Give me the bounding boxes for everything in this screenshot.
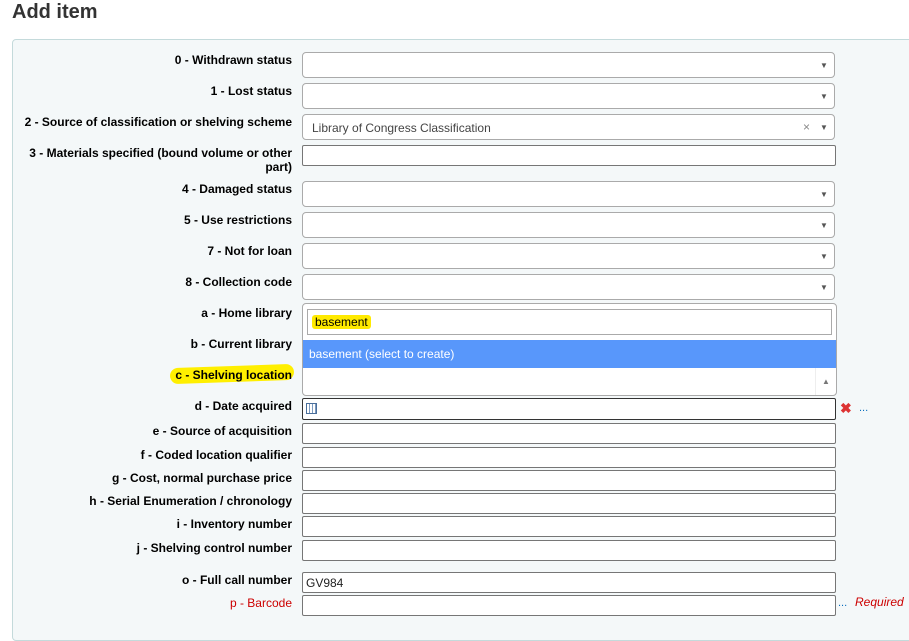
clear-date-icon[interactable]: ✖ xyxy=(840,400,852,417)
label-damaged-status: 4 - Damaged status xyxy=(181,182,292,196)
label-cost: g - Cost, normal purchase price xyxy=(111,471,292,485)
dropdown-option-create[interactable]: basement (select to create) xyxy=(303,340,836,368)
label-shelving-control-number: j - Shelving control number xyxy=(136,541,292,555)
label-home-library: a - Home library xyxy=(201,306,292,320)
label-serial-enumeration: h - Serial Enumeration / chronology xyxy=(89,494,292,508)
clear-icon[interactable]: × xyxy=(803,120,810,134)
cost-input[interactable] xyxy=(302,470,836,491)
not-for-loan-select[interactable]: ▼ xyxy=(302,243,835,269)
chevron-up-icon: ▲ xyxy=(815,368,836,395)
dropdown-search-input[interactable]: basement xyxy=(307,309,832,335)
withdrawn-status-select[interactable]: ▼ xyxy=(302,52,835,78)
more-link[interactable]: ... xyxy=(859,402,868,414)
inventory-number-input[interactable] xyxy=(302,516,836,537)
required-indicator: Required xyxy=(855,595,904,609)
calendar-icon[interactable] xyxy=(306,403,317,414)
chevron-down-icon: ▼ xyxy=(820,282,828,292)
coded-location-input[interactable] xyxy=(302,447,836,468)
label-withdrawn-status: 0 - Withdrawn status xyxy=(174,53,292,67)
chevron-down-icon: ▼ xyxy=(820,60,828,70)
source-of-acquisition-input[interactable] xyxy=(302,423,836,444)
label-inventory-number: i - Inventory number xyxy=(176,517,292,531)
damaged-status-select[interactable]: ▼ xyxy=(302,181,835,207)
label-not-for-loan: 7 - Not for loan xyxy=(207,244,292,258)
lost-status-select[interactable]: ▼ xyxy=(302,83,835,109)
label-collection-code: 8 - Collection code xyxy=(185,275,292,289)
page-title: Add item xyxy=(12,1,98,23)
search-text: basement xyxy=(312,315,371,329)
label-shelving-location: c - Shelving location xyxy=(175,368,292,382)
serial-enumeration-input[interactable] xyxy=(302,493,836,514)
chevron-down-icon: ▼ xyxy=(820,189,828,199)
label-full-call-number: o - Full call number xyxy=(181,573,292,587)
label-use-restrictions: 5 - Use restrictions xyxy=(183,213,292,227)
label-coded-location: f - Coded location qualifier xyxy=(140,448,292,462)
barcode-more-link[interactable]: ... xyxy=(838,597,847,609)
use-restrictions-select[interactable]: ▼ xyxy=(302,212,835,238)
label-classification-source: 2 - Source of classification or shelving… xyxy=(24,115,292,129)
classification-source-select[interactable]: Library of Congress Classification × ▼ xyxy=(302,114,835,140)
label-source-of-acquisition: e - Source of acquisition xyxy=(152,424,292,438)
label-lost-status: 1 - Lost status xyxy=(210,84,292,98)
label-materials-specified: 3 - Materials specified (bound volume or… xyxy=(29,146,292,174)
selected-value: Library of Congress Classification xyxy=(312,121,491,135)
label-date-acquired: d - Date acquired xyxy=(194,399,292,413)
label-barcode: p - Barcode xyxy=(229,596,292,610)
shelving-location-dropdown: basement basement (select to create) ▲ xyxy=(302,303,837,396)
chevron-down-icon: ▼ xyxy=(820,220,828,230)
shelving-control-number-input[interactable] xyxy=(302,540,836,561)
chevron-down-icon: ▼ xyxy=(820,122,828,132)
collection-code-select[interactable]: ▼ xyxy=(302,274,835,300)
materials-specified-input[interactable] xyxy=(302,145,836,166)
chevron-down-icon: ▼ xyxy=(820,91,828,101)
date-acquired-input[interactable] xyxy=(302,398,836,420)
shelving-location-select[interactable]: ▲ xyxy=(303,368,836,395)
barcode-input[interactable] xyxy=(302,595,836,616)
label-current-library: b - Current library xyxy=(190,337,292,351)
chevron-down-icon: ▼ xyxy=(820,251,828,261)
full-call-number-input[interactable]: GV984 xyxy=(302,572,836,593)
